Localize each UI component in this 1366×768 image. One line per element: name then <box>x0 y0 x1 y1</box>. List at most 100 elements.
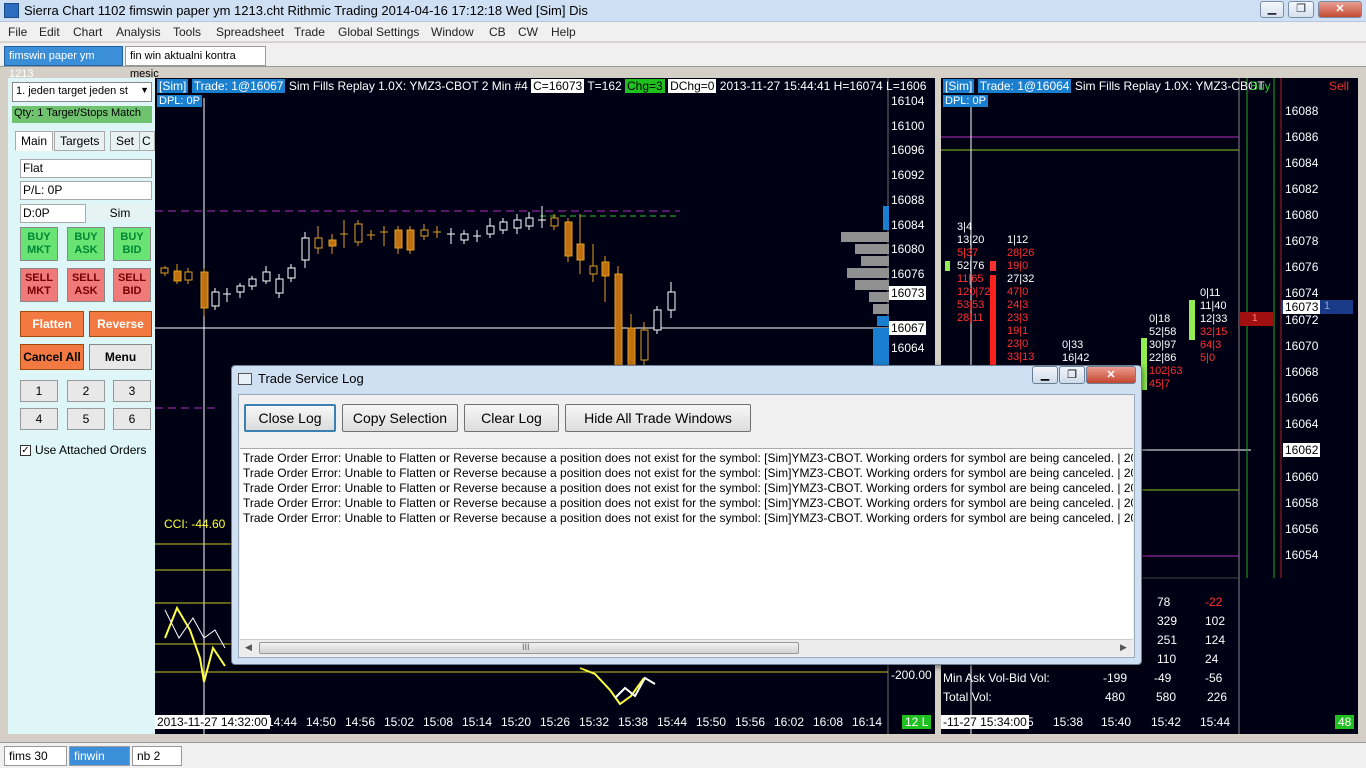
menu-button[interactable]: Menu <box>89 344 152 370</box>
log-entry[interactable]: Trade Order Error: Unable to Flatten or … <box>240 511 1133 526</box>
price-label: 16088 <box>1285 104 1319 118</box>
price-label: 16064 <box>891 341 925 355</box>
log-entry[interactable]: Trade Order Error: Unable to Flatten or … <box>240 466 1133 481</box>
buy-bid-line2: BID <box>122 244 142 256</box>
menu-cw[interactable]: CW <box>518 25 538 39</box>
time-label: 15:44 <box>657 715 688 729</box>
cancel-all-button[interactable]: Cancel All <box>20 344 84 370</box>
number-5-button[interactable]: 5 <box>67 408 105 430</box>
use-attached-orders-checkbox[interactable]: ✓ Use Attached Orders <box>20 443 146 457</box>
chartbook-tabs: fimswin paper ym 1213 fin win aktualni k… <box>0 43 1366 80</box>
time-label: 14:56 <box>345 715 376 729</box>
number-6-button[interactable]: 6 <box>113 408 151 430</box>
sell-bid-button[interactable]: SELL BID <box>113 268 151 302</box>
number-4-button[interactable]: 4 <box>20 408 58 430</box>
footprint-cell: 3|4 <box>957 221 973 233</box>
hide-all-trade-windows-button[interactable]: Hide All Trade Windows <box>565 404 751 432</box>
menu-bar: File Edit Chart Analysis Tools Spreadshe… <box>0 22 1366 42</box>
min-row-v1: -199 <box>1103 671 1128 685</box>
stat-value-b: 124 <box>1205 633 1226 647</box>
min-row-v3: -56 <box>1205 671 1223 685</box>
tab-c[interactable]: C <box>139 131 155 151</box>
menu-edit[interactable]: Edit <box>39 25 60 39</box>
tab-targets[interactable]: Targets <box>54 131 106 151</box>
footprint-cell: 28|11 <box>957 312 984 324</box>
footprint-cell: 12|33 <box>1200 313 1228 325</box>
log-entry[interactable]: Trade Order Error: Unable to Flatten or … <box>240 481 1133 496</box>
tab-fimswin-paper[interactable]: fimswin paper ym 1213 <box>4 46 123 80</box>
menu-help[interactable]: Help <box>551 25 576 39</box>
number-1-button[interactable]: 1 <box>20 380 58 402</box>
close-log-button[interactable]: Close Log <box>244 404 336 432</box>
number-2-button[interactable]: 2 <box>67 380 105 402</box>
last-price-label: 16073 <box>889 286 927 300</box>
sell-mkt-button[interactable]: SELL MKT <box>20 268 58 302</box>
time-label: 15:26 <box>540 715 571 729</box>
number-3-button[interactable]: 3 <box>113 380 151 402</box>
buy-mkt-button[interactable]: BUY MKT <box>20 227 58 261</box>
reverse-button[interactable]: Reverse <box>89 311 152 337</box>
clear-log-button[interactable]: Clear Log <box>464 404 559 432</box>
tab-nb-2-min[interactable]: nb 2 min <box>132 746 182 768</box>
horizontal-scrollbar[interactable]: ◀ III ▶ <box>240 639 1133 656</box>
sell-ask-line1: SELL <box>71 272 101 284</box>
footprint-cell: 27|32 <box>1007 273 1035 285</box>
use-attached-orders-label: Use Attached Orders <box>35 443 147 457</box>
stat-value-b: 102 <box>1205 614 1226 628</box>
buy-ask-button[interactable]: BUY ASK <box>67 227 105 261</box>
time-label: 16:08 <box>813 715 844 729</box>
tab-set[interactable]: Set <box>110 131 141 151</box>
window-title: Sierra Chart 1102 fimswin paper ym 1213.… <box>24 3 588 18</box>
position-marker: 1 <box>1324 300 1331 312</box>
footprint-cell: 0|11 <box>1200 287 1221 299</box>
buy-ask-line2: ASK <box>74 244 98 256</box>
tab-fin-win-aktualni[interactable]: fin win aktualni kontra mesic <box>125 46 266 80</box>
sell-bid-line2: BID <box>122 285 142 297</box>
menu-file[interactable]: File <box>8 25 27 39</box>
maximize-button[interactable]: ❐ <box>1288 1 1314 18</box>
total-vol-label: Total Vol: <box>943 690 992 704</box>
close-button[interactable]: ✕ <box>1318 1 1362 18</box>
min-ask-bid-label: Min Ask Vol-Bid Vol: <box>943 671 1050 685</box>
footprint-cell: 11|65 <box>957 273 984 285</box>
footprint-cell: 22|86 <box>1149 352 1177 364</box>
dialog-minimize-button[interactable]: ▁ <box>1032 366 1058 384</box>
scrollbar-thumb[interactable]: III <box>259 642 799 654</box>
menu-chart[interactable]: Chart <box>73 25 102 39</box>
price-label: 16062 <box>1283 443 1321 457</box>
footprint-cell: 47|0 <box>1007 286 1029 298</box>
order-config-value: 1. jeden target jeden st <box>16 85 128 97</box>
price-label: 16066 <box>1285 391 1319 405</box>
menu-tools[interactable]: Tools <box>173 25 201 39</box>
menu-global-settings[interactable]: Global Settings <box>338 25 419 39</box>
footprint-cell: 0|18 <box>1149 313 1171 325</box>
minimize-button[interactable]: ▁ <box>1260 1 1284 18</box>
sell-ask-button[interactable]: SELL ASK <box>67 268 105 302</box>
dialog-maximize-button[interactable]: ❐ <box>1059 366 1085 384</box>
log-entry[interactable]: Trade Order Error: Unable to Flatten or … <box>240 451 1133 466</box>
time-start-label: 2013-11-27 14:32:00 <box>155 715 270 729</box>
menu-analysis[interactable]: Analysis <box>116 25 161 39</box>
order-config-select[interactable]: 1. jeden target jeden st ▼ <box>12 82 152 102</box>
footprint-cell: 5|37 <box>957 247 979 259</box>
buy-bid-button[interactable]: BUY BID <box>113 227 151 261</box>
tab-finwin-2min[interactable]: finwin 2min <box>69 746 130 768</box>
tab-fims-30-min[interactable]: fims 30 min <box>4 746 67 768</box>
tab-main[interactable]: Main <box>15 131 54 151</box>
scroll-left-icon[interactable]: ◀ <box>245 642 252 653</box>
tick-count: T=162 <box>587 79 622 93</box>
menu-window[interactable]: Window <box>431 25 474 39</box>
menu-spreadsheet[interactable]: Spreadsheet <box>216 25 284 39</box>
dialog-close-button[interactable]: ✕ <box>1086 366 1136 384</box>
copy-selection-button[interactable]: Copy Selection <box>342 404 458 432</box>
dpl-tag: DPL: 0P <box>943 95 988 107</box>
log-entry[interactable]: Trade Order Error: Unable to Flatten or … <box>240 496 1133 511</box>
scroll-right-icon[interactable]: ▶ <box>1120 642 1127 653</box>
menu-cb[interactable]: CB <box>489 25 506 39</box>
flatten-button[interactable]: Flatten <box>20 311 84 337</box>
time-label-cut: 5 <box>1027 715 1034 729</box>
log-list[interactable]: Trade Order Error: Unable to Flatten or … <box>240 448 1133 656</box>
footprint-cell: 16|42 <box>1062 352 1090 364</box>
footprint-cell: 11|40 <box>1200 300 1227 312</box>
menu-trade[interactable]: Trade <box>294 25 325 39</box>
